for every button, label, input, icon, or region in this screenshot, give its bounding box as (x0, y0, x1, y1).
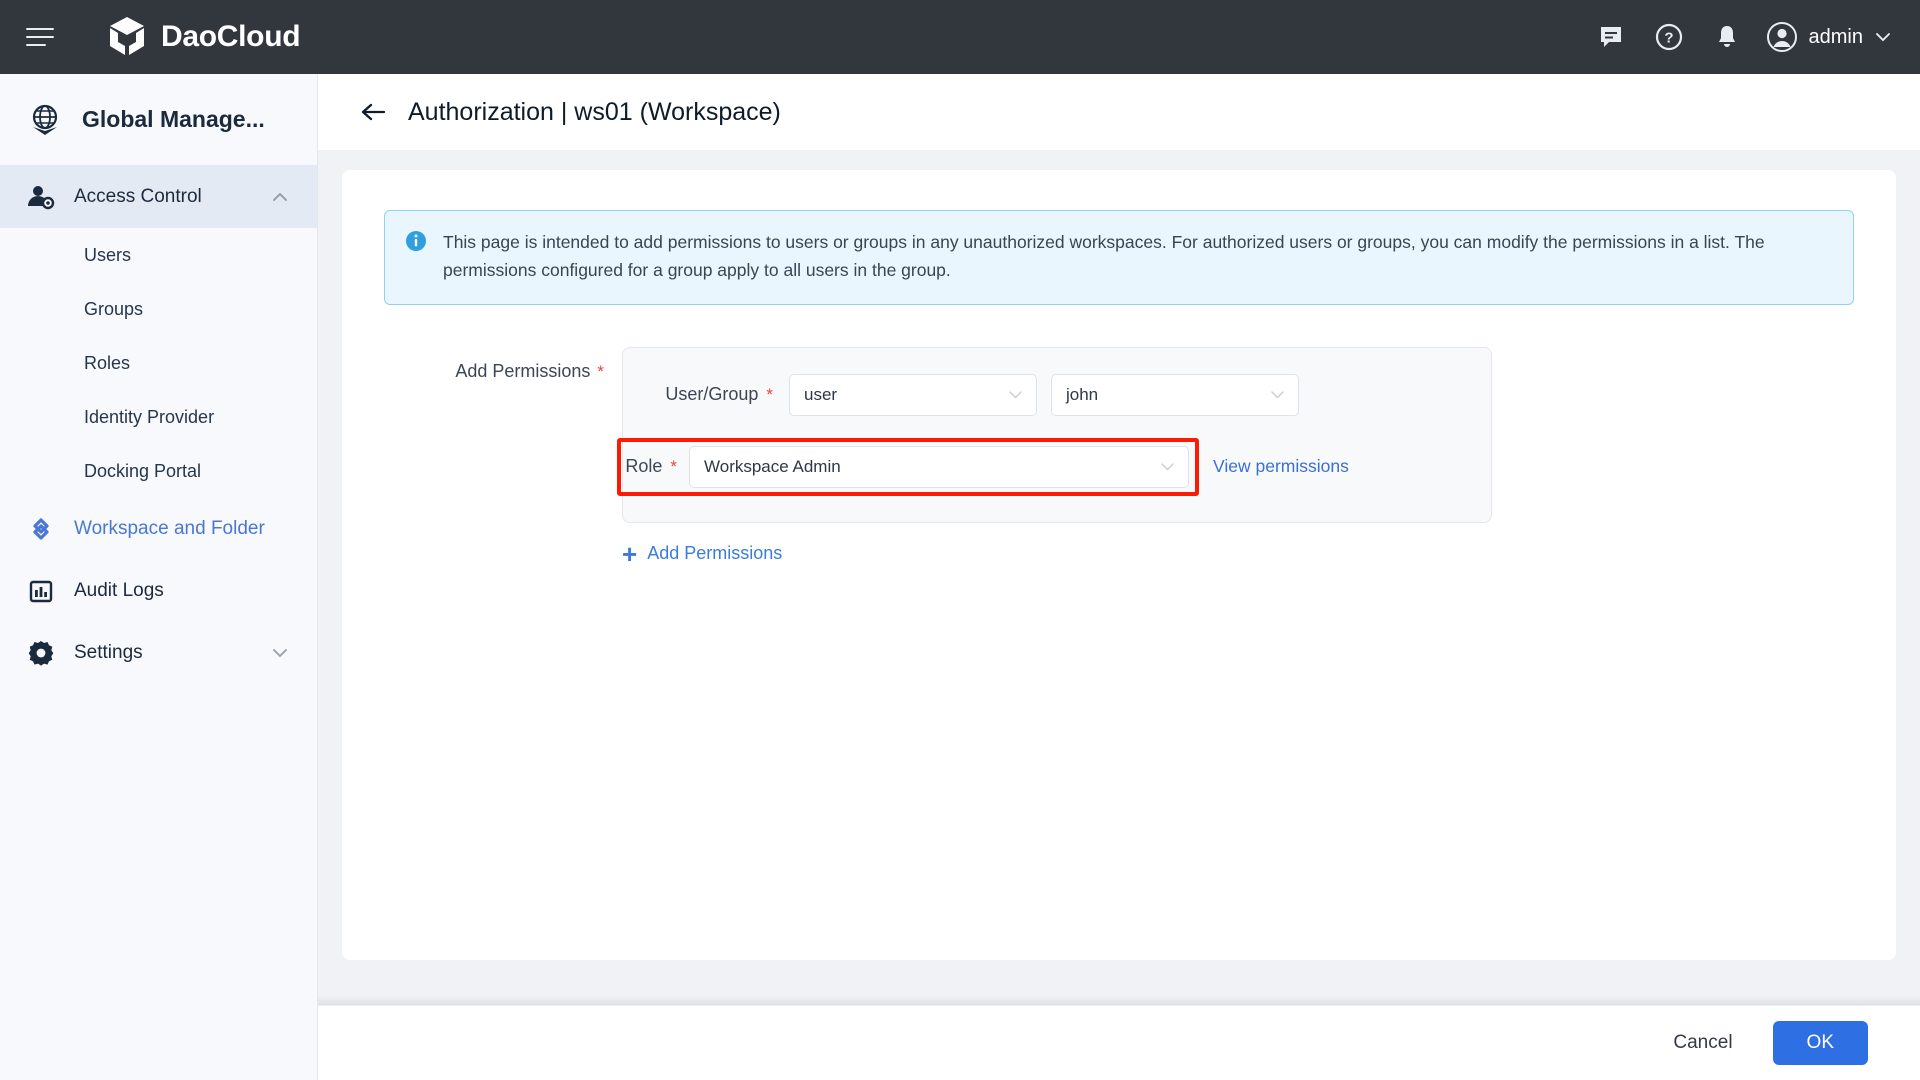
sidebar-item-identity-provider[interactable]: Identity Provider (0, 390, 317, 444)
user-group-label: User/Group * (623, 384, 773, 405)
hamburger-line (26, 44, 46, 46)
sidebar-item-roles[interactable]: Roles (0, 336, 317, 390)
sidebar-item-docking-portal[interactable]: Docking Portal (0, 444, 317, 498)
hamburger-icon[interactable] (26, 20, 60, 54)
role-label-text: Role (625, 456, 663, 477)
chevron-up-icon[interactable] (269, 186, 291, 208)
username-label: admin (1808, 25, 1863, 48)
cancel-button[interactable]: Cancel (1655, 1022, 1750, 1064)
sidebar-item-access-control[interactable]: Access Control (0, 166, 317, 228)
sidebar-item-label: Access Control (74, 186, 202, 207)
page-header: Authorization | ws01 (Workspace) (318, 74, 1920, 150)
chat-icon[interactable] (1582, 8, 1640, 66)
info-icon (406, 231, 426, 251)
workspace-icon (33, 518, 49, 540)
user-name-select[interactable]: john (1051, 373, 1299, 416)
chevron-down-icon (1161, 463, 1174, 471)
topbar-actions: ? admin (1582, 8, 1920, 66)
content-card: This page is intended to add permissions… (342, 170, 1896, 960)
globe-icon (32, 104, 58, 135)
user-group-field-line: User/Group * user john (623, 373, 1491, 416)
sidebar-header[interactable]: Global Manage... (0, 74, 317, 166)
user-group-type-select[interactable]: user (789, 373, 1037, 416)
info-banner-text: This page is intended to add permissions… (443, 232, 1765, 281)
role-select[interactable]: Workspace Admin (689, 445, 1189, 488)
add-permissions-button[interactable]: + Add Permissions (622, 541, 782, 567)
chart-icon (29, 580, 53, 603)
page-title: Authorization | ws01 (Workspace) (408, 97, 781, 126)
required-mark: * (670, 456, 677, 476)
permission-panel: User/Group * user john Role * Workspace … (617, 346, 1492, 523)
role-highlight-box: Role * Workspace Admin (617, 437, 1199, 496)
sidebar-item-audit-logs[interactable]: Audit Logs (0, 560, 317, 622)
top-bar: DaoCloud ? admin (0, 0, 1920, 74)
add-permissions-label-text: Add Permissions (455, 360, 591, 381)
back-arrow-icon[interactable] (360, 101, 386, 123)
view-permissions-link[interactable]: View permissions (1213, 456, 1349, 477)
user-menu[interactable]: admin (1756, 21, 1898, 53)
sidebar-header-title: Global Manage... (82, 106, 265, 132)
sidebar-item-users[interactable]: Users (0, 228, 317, 282)
hamburger-line (26, 28, 54, 30)
sidebar: Global Manage... Access Control Users Gr… (0, 74, 318, 1080)
chevron-down-icon[interactable] (269, 642, 291, 664)
user-group-label-text: User/Group (665, 384, 759, 405)
add-permissions-label: Add Permissions * (384, 347, 604, 523)
gear-icon (28, 641, 54, 666)
add-permissions-button-label: Add Permissions (647, 543, 783, 564)
role-value: Workspace Admin (704, 456, 841, 476)
ok-button[interactable]: OK (1772, 1021, 1868, 1065)
sidebar-item-groups[interactable]: Groups (0, 282, 317, 336)
chevron-down-icon (1876, 33, 1890, 42)
brand-name: DaoCloud (161, 20, 301, 53)
role-label: Role * (625, 456, 677, 477)
add-permissions-row: Add Permissions * User/Group * user john… (384, 346, 1854, 523)
plus-icon: + (622, 538, 638, 569)
info-banner: This page is intended to add permissions… (384, 210, 1854, 305)
avatar (1766, 22, 1797, 52)
sidebar-item-label: Settings (74, 642, 143, 663)
daocloud-logo-icon (110, 17, 144, 55)
required-mark: * (597, 361, 604, 381)
help-icon[interactable]: ? (1640, 8, 1698, 66)
sidebar-item-label: Audit Logs (74, 580, 164, 601)
brand[interactable]: DaoCloud (107, 16, 301, 58)
main-content: Authorization | ws01 (Workspace) This pa… (318, 74, 1920, 1080)
sidebar-item-label: Workspace and Folder (74, 518, 265, 539)
hamburger-line (26, 36, 54, 38)
chevron-down-icon (1009, 391, 1022, 399)
required-mark: * (766, 384, 773, 404)
user-name-value: john (1066, 384, 1099, 404)
user-gear-icon (28, 186, 55, 210)
user-group-type-value: user (804, 384, 838, 404)
bell-icon[interactable] (1698, 8, 1756, 66)
content-area: This page is intended to add permissions… (318, 150, 1920, 1005)
sidebar-item-settings[interactable]: Settings (0, 622, 317, 684)
role-field-line: Role * Workspace Admin View permissions (617, 437, 1491, 496)
footer-actions: Cancel OK (318, 1005, 1920, 1080)
chevron-down-icon (1271, 391, 1284, 399)
svg-text:?: ? (1664, 30, 1673, 47)
sidebar-item-workspace-and-folder[interactable]: Workspace and Folder (0, 498, 317, 560)
